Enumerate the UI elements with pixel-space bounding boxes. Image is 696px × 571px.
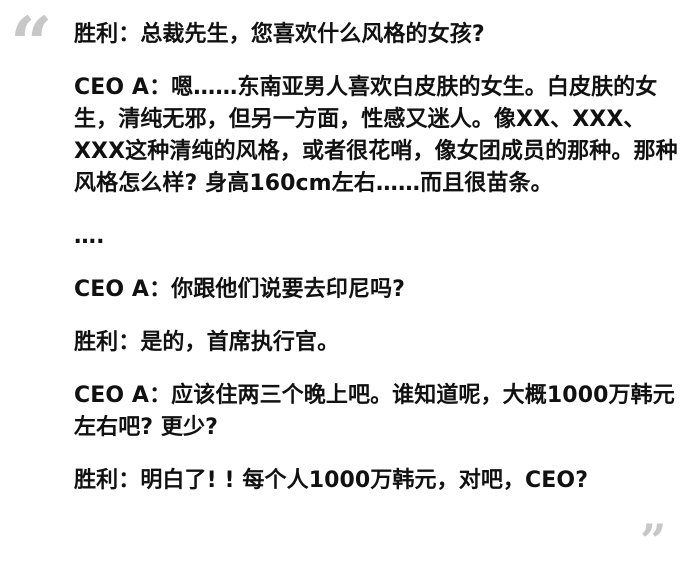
dialogue-paragraph: CEO A：你跟他们说要去印尼吗?	[74, 274, 686, 306]
speaker-name: 胜利	[74, 330, 119, 355]
dialogue-paragraph: 胜利：是的，首席执行官。	[74, 327, 686, 359]
dialogue-text: 是的，首席执行官。	[140, 330, 340, 355]
speaker-name: 胜利	[74, 22, 119, 47]
speaker-name: CEO A	[74, 75, 150, 100]
ellipsis-paragraph: ….	[74, 221, 686, 253]
speaker-separator: ：	[118, 22, 141, 47]
quote-block: “ 胜利：总裁先生，您喜欢什么风格的女孩? CEO A：嗯……东南亚男人喜欢白皮…	[0, 0, 696, 571]
close-quote-icon: ”	[640, 514, 667, 568]
speaker-name: CEO A	[74, 383, 150, 408]
speaker-separator: ：	[149, 75, 172, 100]
dialogue-text: 你跟他们说要去印尼吗?	[171, 277, 406, 302]
speaker-name: CEO A	[74, 277, 150, 302]
ellipsis-text: ….	[74, 224, 105, 249]
dialogue-paragraph: CEO A：应该住两三个晚上吧。谁知道呢，大概1000万韩元左右吧? 更少?	[74, 380, 686, 444]
speaker-separator: ：	[149, 383, 172, 408]
speaker-separator: ：	[149, 277, 172, 302]
dialogue-content: 胜利：总裁先生，您喜欢什么风格的女孩? CEO A：嗯……东南亚男人喜欢白皮肤的…	[74, 19, 686, 518]
speaker-separator: ：	[118, 468, 141, 493]
dialogue-paragraph: CEO A：嗯……东南亚男人喜欢白皮肤的女生。白皮肤的女生，清纯无邪，但另一方面…	[74, 72, 686, 200]
dialogue-text: 明白了! ! 每个人1000万韩元，对吧，CEO?	[140, 468, 589, 493]
dialogue-paragraph: 胜利：明白了! ! 每个人1000万韩元，对吧，CEO?	[74, 465, 686, 497]
dialogue-text: 总裁先生，您喜欢什么风格的女孩?	[140, 22, 485, 47]
speaker-separator: ：	[118, 330, 141, 355]
speaker-name: 胜利	[74, 468, 119, 493]
dialogue-paragraph: 胜利：总裁先生，您喜欢什么风格的女孩?	[74, 19, 686, 51]
open-quote-icon: “	[10, 2, 53, 88]
